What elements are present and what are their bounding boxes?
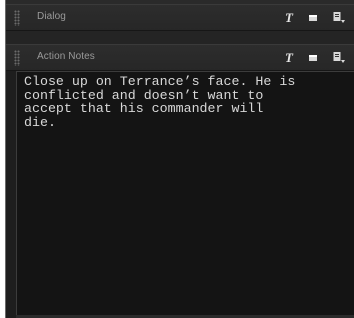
- export-icon[interactable]: [333, 51, 345, 65]
- panel-separator: [6, 31, 354, 44]
- drag-grip-icon[interactable]: [14, 10, 20, 26]
- action-notes-panel-header[interactable]: Action Notes T: [6, 44, 354, 71]
- text-format-icon[interactable]: T: [282, 11, 296, 25]
- app-window: Dialog T Action Notes T Close up on Terr…: [5, 0, 354, 318]
- dialog-panel-title: Dialog: [37, 11, 66, 22]
- drag-grip-icon[interactable]: [14, 50, 20, 66]
- text-format-icon[interactable]: T: [282, 51, 296, 65]
- window-icon[interactable]: [308, 11, 318, 25]
- action-notes-text-area[interactable]: Close up on Terrance’s face. He is confl…: [16, 71, 354, 315]
- action-notes-panel-title: Action Notes: [37, 51, 95, 62]
- window-icon[interactable]: [308, 51, 318, 65]
- export-icon[interactable]: [333, 11, 345, 25]
- dialog-panel-header[interactable]: Dialog T: [6, 4, 354, 31]
